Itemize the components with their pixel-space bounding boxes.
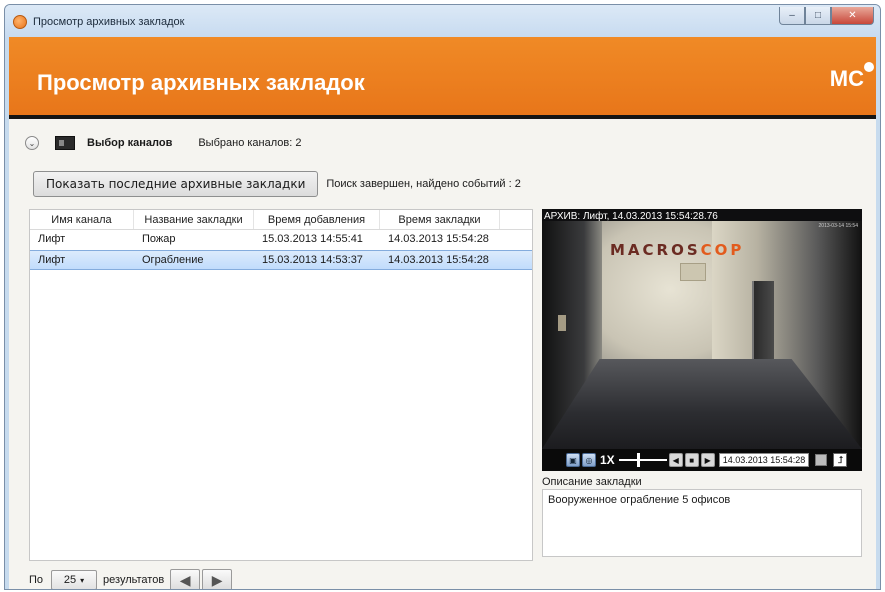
speed-slider-knob[interactable]	[636, 453, 640, 467]
maximize-button[interactable]: □	[805, 7, 831, 25]
video-caption: АРХИВ: Лифт, 14.03.2013 15:54:28.76	[544, 211, 718, 222]
cell-bookmark-time: 14.03.2013 15:54:28	[388, 233, 489, 245]
playback-time-field[interactable]: 14.03.2013 15:54:28	[718, 453, 810, 467]
search-status: Поиск завершен, найдено событий : 2	[326, 178, 521, 190]
next-page-button[interactable]: ▶	[202, 569, 233, 589]
pager-suffix: результатов	[103, 574, 165, 586]
cell-channel: Лифт	[38, 233, 66, 245]
cell-added-time: 15.03.2013 14:55:41	[262, 233, 363, 245]
channel-icon	[55, 136, 75, 150]
window-controls: – □ ✕	[779, 7, 874, 25]
table-row[interactable]: Лифт Пожар 15.03.2013 14:55:41 14.03.201…	[30, 230, 532, 250]
video-frame: MACROSCOP	[542, 221, 862, 449]
page-size-value: 25	[63, 574, 77, 586]
cell-channel: Лифт	[38, 254, 66, 266]
playback-speed: 1X	[600, 453, 615, 467]
column-header-added-time[interactable]: Время добавления	[254, 210, 380, 229]
wall-sign: MACROSCOP	[610, 241, 744, 259]
table-header: Имя канала Название закладки Время добав…	[30, 210, 532, 230]
logo-dot-icon	[864, 62, 874, 72]
step-back-button[interactable]: ◀	[668, 453, 683, 467]
playback-controls: ▣ ◎ 1X ◀ ■ ▶ 14.03.2013 15:54:28 ⮥	[542, 449, 862, 471]
cell-bookmark-time: 14.03.2013 15:54:28	[388, 254, 489, 266]
cell-bookmark-name: Ограбление	[142, 254, 204, 266]
channel-selector: ⌄ Выбор каналов Выбрано каналов: 2	[25, 133, 301, 153]
snapshot-icon[interactable]: ◎	[582, 453, 596, 467]
page-title: Просмотр архивных закладок	[37, 70, 365, 95]
previous-page-button[interactable]: ◀	[170, 569, 201, 589]
selected-channels-count: Выбрано каналов: 2	[198, 137, 302, 149]
scene-panel	[558, 315, 566, 331]
app-window: Просмотр архивных закладок – □ ✕ Просмот…	[4, 4, 881, 590]
pager-prefix: По	[29, 574, 44, 586]
bookmarks-table: Имя канала Название закладки Время добав…	[29, 209, 533, 561]
description-label: Описание закладки	[542, 476, 642, 488]
chevron-down-icon: ▾	[80, 575, 85, 585]
minimize-button[interactable]: –	[779, 7, 805, 25]
wall-sign-light: COP	[700, 241, 745, 259]
calendar-icon[interactable]	[815, 454, 828, 466]
toolbar: Показать последние архивные закладки Пои…	[33, 171, 521, 197]
column-header-bookmark-time[interactable]: Время закладки	[380, 210, 500, 229]
expand-channels-button[interactable]: ⌄	[25, 136, 39, 150]
show-bookmarks-button[interactable]: Показать последние архивные закладки	[33, 171, 319, 197]
wall-sign-dark: MACROS	[610, 241, 701, 259]
stop-button[interactable]: ■	[684, 453, 699, 467]
save-icon[interactable]: ▣	[566, 453, 580, 467]
brand-logo: MC	[829, 62, 874, 92]
cell-bookmark-name: Пожар	[142, 233, 176, 245]
app-icon	[13, 15, 27, 29]
page-header: Просмотр архивных закладок MC	[9, 37, 876, 119]
title-bar: Просмотр архивных закладок – □ ✕	[5, 5, 880, 39]
video-timestamp-overlay: 2013-03-14 15:54	[818, 223, 858, 229]
video-player[interactable]: АРХИВ: Лифт, 14.03.2013 15:54:28.76 2013…	[542, 209, 862, 471]
play-button[interactable]: ▶	[700, 453, 715, 467]
speed-slider[interactable]	[618, 453, 667, 467]
description-text[interactable]: Вооруженное ограбление 5 офисов	[542, 489, 862, 557]
column-header-bookmark-name[interactable]: Название закладки	[134, 210, 254, 229]
main-content: ⌄ Выбор каналов Выбрано каналов: 2 Показ…	[9, 119, 876, 589]
scene-plaque	[680, 263, 706, 281]
column-header-channel[interactable]: Имя канала	[30, 210, 134, 229]
table-row-selected[interactable]: Лифт Ограбление 15.03.2013 14:53:37 14.0…	[30, 250, 532, 270]
pagination: По 25 ▾ результатов ◀ ▶	[29, 569, 233, 589]
brand-logo-text: MC	[829, 66, 864, 91]
cell-added-time: 15.03.2013 14:53:37	[262, 254, 363, 266]
close-button[interactable]: ✕	[831, 7, 874, 25]
exit-archive-button[interactable]: ⮥	[833, 453, 848, 467]
channel-selector-label[interactable]: Выбор каналов	[87, 137, 172, 149]
page-size-select[interactable]: 25 ▾	[51, 570, 98, 589]
window-title: Просмотр архивных закладок	[33, 16, 185, 28]
